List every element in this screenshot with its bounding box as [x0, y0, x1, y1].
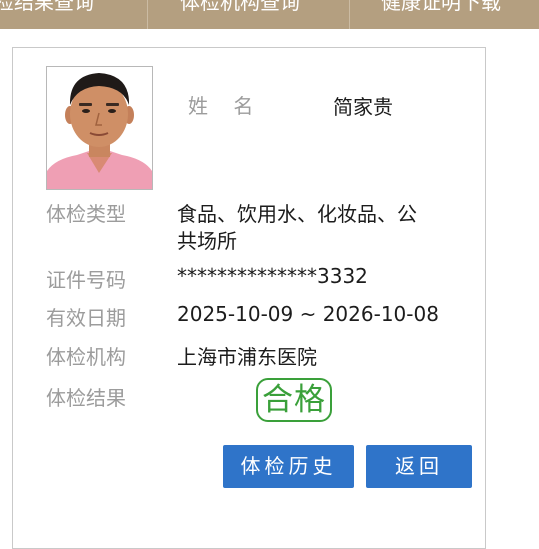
id-number-value: **************3332: [177, 264, 368, 288]
name-value: 简家贵: [333, 95, 393, 119]
pass-status-badge: 合格: [256, 378, 332, 422]
back-button[interactable]: 返回: [366, 445, 472, 488]
id-number-label: 证件号码: [46, 268, 126, 292]
tab-divider: [147, 0, 148, 29]
valid-date-value: 2025-10-09 ~ 2026-10-08: [177, 302, 439, 326]
exam-result-label: 体检结果: [46, 386, 126, 410]
valid-date-label: 有效日期: [46, 306, 126, 330]
exam-type-value-line1: 食品、饮用水、化妆品、公: [177, 202, 417, 226]
tab-exam-result-query[interactable]: 检结果查询: [0, 0, 94, 29]
exam-type-value-line2: 共场所: [177, 229, 237, 253]
portrait-photo: [46, 66, 153, 190]
exam-institution-label: 体检机构: [46, 345, 126, 369]
exam-type-label: 体检类型: [46, 202, 126, 226]
exam-institution-value: 上海市浦东医院: [177, 345, 317, 369]
tab-health-certificate-download[interactable]: 健康证明下载: [381, 0, 501, 29]
person-portrait-icon: [47, 67, 152, 189]
name-label: 姓 名: [188, 94, 254, 118]
tab-divider: [349, 0, 350, 29]
tab-exam-institution-query[interactable]: 体检机构查询: [180, 0, 300, 29]
top-nav: 检结果查询 体检机构查询 健康证明下载: [0, 0, 539, 29]
exam-history-button[interactable]: 体检历史: [223, 445, 354, 488]
